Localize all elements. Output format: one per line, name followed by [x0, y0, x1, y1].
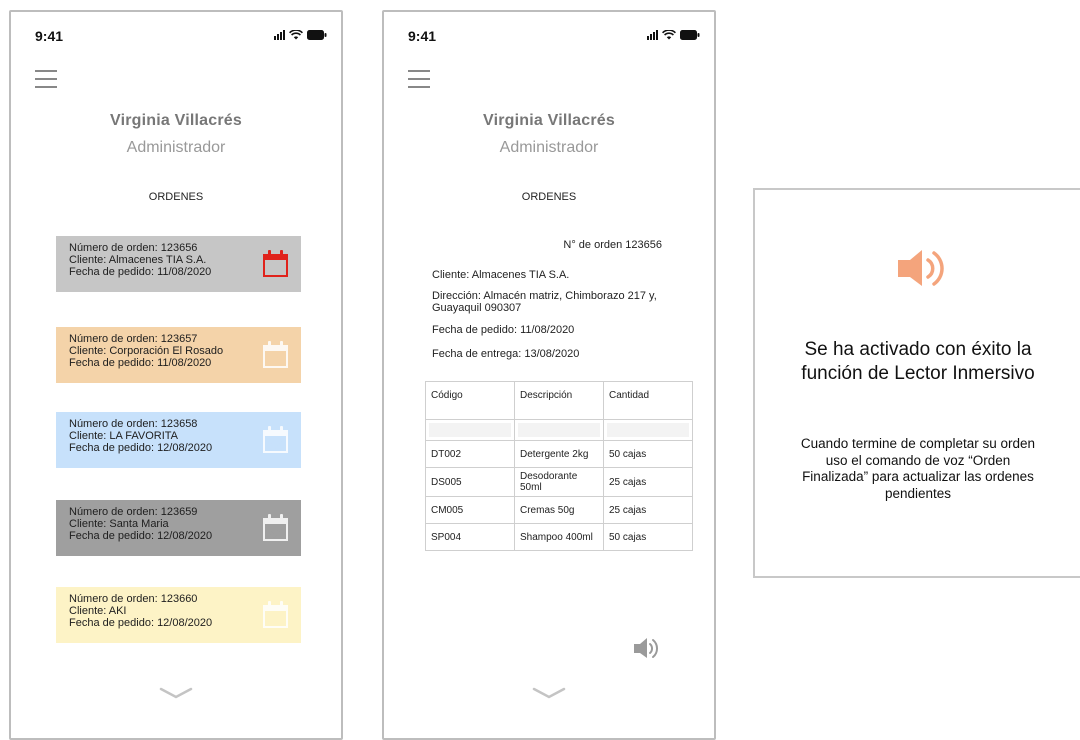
order-detail-screen: 9:41 Virginia Villacrés Administrador OR…	[382, 10, 716, 740]
order-client: Cliente: Almacenes TIA S.A.	[432, 269, 570, 281]
status-icons	[647, 30, 700, 40]
table-cell	[425, 419, 515, 441]
delivery-date: Fecha de entrega: 13/08/2020	[432, 348, 580, 360]
user-name: Virginia Villacrés	[483, 112, 615, 129]
table-cell: 50 cajas	[603, 440, 693, 468]
order-card[interactable]: Número de orden: 123657 Cliente: Corpora…	[56, 327, 301, 383]
table-cell: DT002	[425, 440, 515, 468]
table-row[interactable]: DT002 Detergente 2kg 50 cajas	[425, 440, 693, 468]
section-title: ORDENES	[521, 191, 577, 203]
user-name: Virginia Villacrés	[110, 112, 242, 129]
order-number: N° de orden 123656	[563, 239, 662, 251]
calendar-check-icon	[263, 250, 288, 277]
signal-icon	[274, 30, 285, 40]
speaker-icon[interactable]	[632, 634, 662, 662]
table-cell: 25 cajas	[603, 496, 693, 524]
column-header: Descripción	[514, 381, 604, 420]
order-card[interactable]: Número de orden: 123656 Cliente: Almacen…	[56, 236, 301, 292]
status-time: 9:41	[408, 28, 437, 44]
column-header: Código	[425, 381, 515, 420]
calendar-check-icon	[263, 341, 288, 368]
battery-icon	[307, 30, 327, 40]
hamburger-menu-icon[interactable]	[408, 70, 430, 88]
order-card[interactable]: Número de orden: 123658 Cliente: LA FAVO…	[56, 412, 301, 468]
section-title: ORDENES	[148, 191, 204, 203]
speaker-icon	[898, 250, 944, 286]
wifi-icon	[662, 30, 676, 40]
table-cell: DS005	[425, 467, 515, 497]
table-cell: Detergente 2kg	[514, 440, 604, 468]
immersive-reader-notice: Se ha activado con éxito la función de L…	[753, 188, 1080, 578]
table-cell: 50 cajas	[603, 523, 693, 551]
table-header-row: Código Descripción Cantidad	[425, 381, 693, 420]
chevron-down-icon[interactable]	[159, 686, 193, 700]
table-cell: 25 cajas	[603, 467, 693, 497]
table-row[interactable]: CM005 Cremas 50g 25 cajas	[425, 496, 693, 524]
table-row[interactable]: DS005 Desodorante 50ml 25 cajas	[425, 467, 693, 497]
hamburger-menu-icon[interactable]	[35, 70, 57, 88]
order-address: Dirección: Almacén matriz, Chimborazo 21…	[432, 290, 657, 314]
column-header: Cantidad	[603, 381, 693, 420]
table-cell: Desodorante 50ml	[514, 467, 604, 497]
table-row[interactable]: SP004 Shampoo 400ml 50 cajas	[425, 523, 693, 551]
table-filter-row	[425, 419, 693, 441]
notice-body: Cuando termine de completar su orden uso…	[800, 436, 1036, 501]
table-cell: CM005	[425, 496, 515, 524]
table-cell	[514, 419, 604, 441]
status-time: 9:41	[35, 28, 64, 44]
order-card[interactable]: Número de orden: 123659 Cliente: Santa M…	[56, 500, 301, 556]
user-role: Administrador	[126, 139, 226, 156]
table-cell: Shampoo 400ml	[514, 523, 604, 551]
table-cell	[603, 419, 693, 441]
table-cell: Cremas 50g	[514, 496, 604, 524]
order-date: Fecha de pedido: 11/08/2020	[432, 324, 575, 336]
wifi-icon	[289, 30, 303, 40]
calendar-check-icon	[263, 514, 288, 541]
signal-icon	[647, 30, 658, 40]
table-cell: SP004	[425, 523, 515, 551]
calendar-check-icon	[263, 601, 288, 628]
order-card[interactable]: Número de orden: 123660 Cliente: AKI Fec…	[56, 587, 301, 643]
user-role: Administrador	[499, 139, 599, 156]
chevron-down-icon[interactable]	[532, 686, 566, 700]
status-icons	[274, 30, 327, 40]
calendar-check-icon	[263, 426, 288, 453]
notice-title: Se ha activado con éxito la función de L…	[801, 339, 1035, 384]
orders-list-screen: 9:41 Virginia Villacrés Administrador OR…	[9, 10, 343, 740]
battery-icon	[680, 30, 700, 40]
order-items-table: Código Descripción Cantidad DT002 Deterg…	[425, 381, 693, 551]
